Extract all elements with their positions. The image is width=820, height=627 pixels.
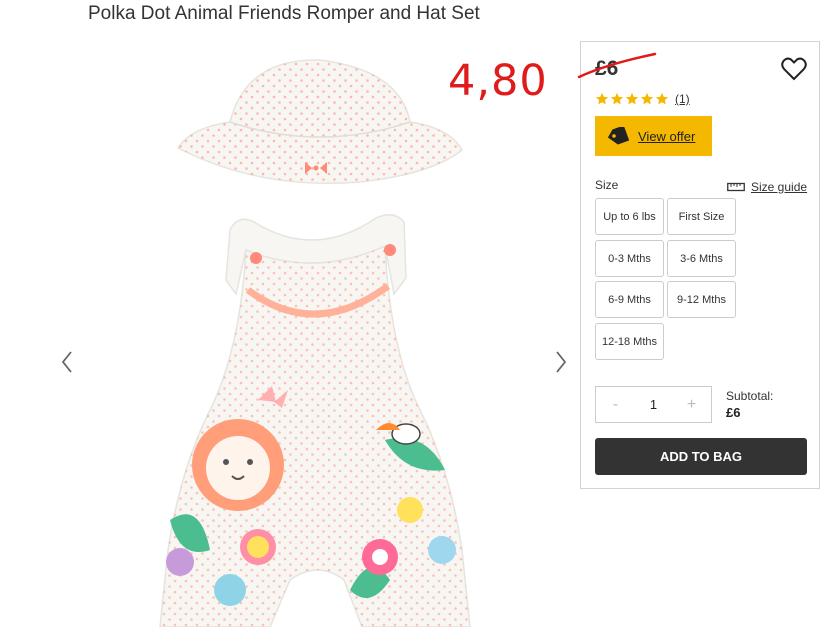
tag-icon [607, 127, 629, 145]
next-image-button[interactable] [550, 347, 570, 377]
rating-stars [595, 92, 669, 106]
subtotal-value: £6 [726, 405, 741, 420]
star-icon [625, 92, 639, 105]
size-guide-link[interactable]: Size guide [727, 180, 807, 194]
chevron-left-icon [61, 351, 72, 373]
size-option-6-9-mths[interactable]: 6-9 Mths [595, 281, 664, 318]
new-price: 4,80 [448, 56, 548, 106]
size-guide-label: Size guide [751, 180, 808, 194]
add-to-bag-button[interactable]: ADD TO BAG [595, 438, 807, 475]
view-offer-button[interactable]: View offer [595, 116, 712, 156]
old-price: £6 [595, 57, 618, 81]
product-gallery [0, 40, 580, 627]
purchase-panel: £6 (1) View offer Size Size guide Up to … [577, 41, 820, 489]
heart-icon[interactable] [781, 57, 807, 81]
view-offer-label: View offer [638, 128, 696, 144]
chevron-right-icon [556, 351, 567, 373]
size-option-3-6-mths[interactable]: 3-6 Mths [667, 240, 736, 277]
product-title: Polka Dot Animal Friends Romper and Hat … [88, 3, 480, 24]
star-icon [655, 92, 669, 105]
size-option-up-to-6-lbs[interactable]: Up to 6 lbs [595, 198, 664, 235]
hat [176, 59, 463, 185]
quantity-decrease-button[interactable]: - [596, 387, 635, 422]
quantity-stepper: - + [595, 386, 712, 423]
size-option-first-size[interactable]: First Size [667, 198, 736, 235]
prev-image-button[interactable] [58, 347, 78, 377]
ruler-icon [727, 182, 745, 192]
star-icon [595, 92, 609, 105]
size-option-0-3-mths[interactable]: 0-3 Mths [595, 240, 664, 277]
size-option-12-18-mths[interactable]: 12-18 Mths [595, 323, 664, 360]
subtotal-label: Subtotal: [726, 389, 774, 403]
old-price-value: £6 [595, 57, 619, 80]
review-count-link[interactable]: (1) [675, 92, 690, 106]
quantity-increase-button[interactable]: + [672, 387, 711, 422]
product-rating: (1) [595, 92, 690, 106]
size-option-9-12-mths[interactable]: 9-12 Mths [667, 281, 736, 318]
quantity-input[interactable] [635, 387, 672, 422]
star-icon [610, 92, 624, 105]
product-image [159, 59, 471, 627]
size-label: Size [595, 178, 619, 192]
star-icon [640, 92, 654, 105]
romper [159, 214, 471, 627]
